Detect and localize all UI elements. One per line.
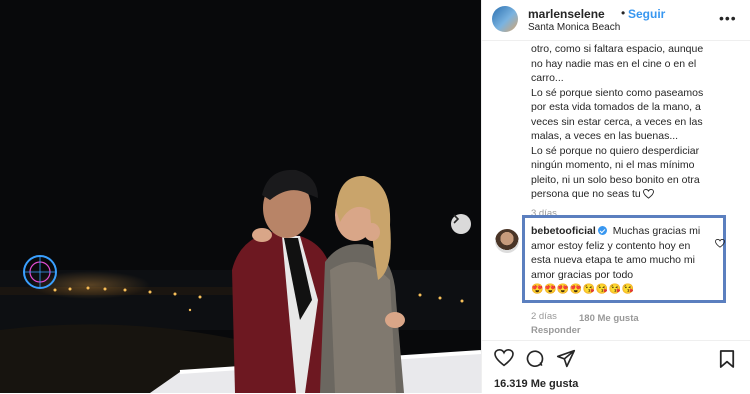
heart-outline-icon (715, 238, 725, 248)
post-location[interactable]: Santa Monica Beach (528, 22, 620, 33)
post-header: marlenselene • Seguir Santa Monica Beach… (482, 0, 750, 41)
save-button[interactable] (719, 349, 735, 374)
follow-button[interactable]: Seguir (628, 7, 665, 21)
post-caption: otro, como si faltara espacio, aunque no… (531, 42, 716, 202)
author-username[interactable]: marlenselene (528, 7, 605, 21)
post-side-panel: otro, como si faltara espacio, aunque no… (481, 0, 750, 394)
separator-dot: • (621, 6, 626, 20)
caption-line-text: Lo sé porque no quiero desperdiciar ning… (531, 144, 700, 201)
caption-line: Lo sé porque no quiero desperdiciar ning… (531, 144, 716, 202)
night-scene-image (0, 0, 481, 393)
post-likes-count[interactable]: 16.319 Me gusta (494, 378, 578, 390)
heart-outline-icon (642, 189, 654, 199)
commenter-avatar[interactable] (495, 229, 519, 253)
comment-button[interactable] (525, 349, 545, 374)
comment-like-button[interactable] (715, 235, 725, 253)
post-actions-bar: 16.319 Me gusta (482, 340, 750, 394)
comment-bubble-icon (526, 350, 544, 367)
more-options-icon[interactable]: ••• (719, 10, 737, 26)
reply-button[interactable]: Responder (531, 325, 581, 336)
caption-line: Lo sé porque siento como paseamos por es… (531, 86, 704, 143)
comment: bebetooficial Muchas gracias mi amor est… (531, 224, 706, 298)
commenter-username[interactable]: bebetooficial (531, 225, 596, 237)
share-button[interactable] (556, 349, 576, 373)
verified-badge-icon (597, 226, 607, 236)
author-avatar[interactable] (492, 6, 518, 32)
comment-likes[interactable]: 180 Me gusta (579, 313, 639, 324)
bookmark-icon (719, 350, 735, 368)
chevron-right-icon (453, 214, 460, 224)
comment-time: 2 días (531, 311, 557, 322)
caption-line: otro, como si faltara espacio, aunque no… (531, 43, 704, 84)
send-icon (556, 349, 576, 368)
next-photo-button[interactable] (451, 214, 471, 234)
like-button[interactable] (494, 348, 514, 372)
post-photo (0, 0, 481, 393)
comment-emojis: 😍😍😍😍😘😘😘😘 (531, 284, 635, 296)
heart-icon (494, 348, 514, 367)
